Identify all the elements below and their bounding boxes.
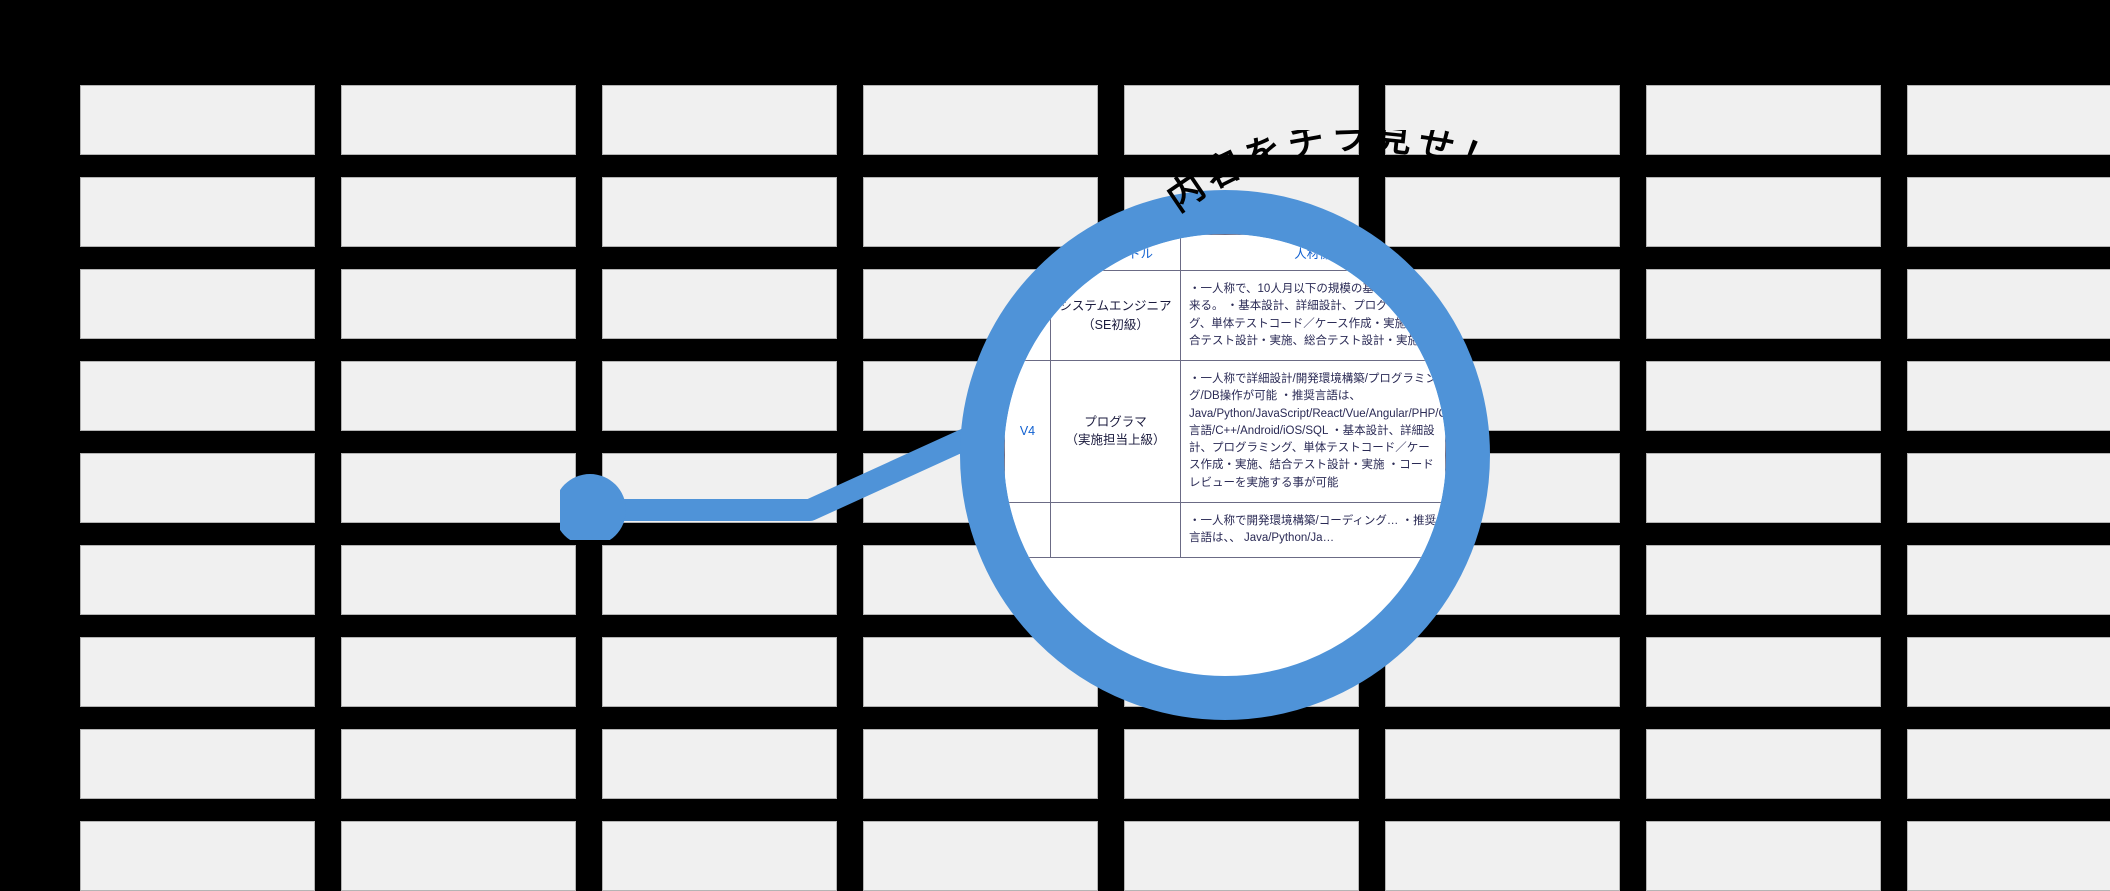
grid-cell: [80, 821, 315, 891]
grid-cell: [1124, 545, 1359, 615]
grid-cell: [1385, 637, 1620, 707]
grid-cell: [341, 177, 576, 247]
grid-cell: [1646, 85, 1881, 155]
grid-cell: [80, 545, 315, 615]
grid-cell: [863, 545, 1098, 615]
grid-cell: [1907, 177, 2110, 247]
grid-cell: [863, 269, 1098, 339]
grid-cell: [1646, 361, 1881, 431]
grid-cell: [341, 361, 576, 431]
grid-cell: [1124, 821, 1359, 891]
grid-cell: [1385, 177, 1620, 247]
grid-cell: [1646, 453, 1881, 523]
grid-cell: [602, 453, 837, 523]
grid-cell: [602, 637, 837, 707]
grid-cell: [341, 453, 576, 523]
background-grid: [80, 85, 2110, 891]
grid-cell: [863, 453, 1098, 523]
grid-cell: [1124, 177, 1359, 247]
grid-cell: [1907, 453, 2110, 523]
grid-cell: [1907, 361, 2110, 431]
grid-cell: [1385, 269, 1620, 339]
grid-cell: [1646, 821, 1881, 891]
grid-cell: [602, 545, 837, 615]
grid-cell: [1907, 269, 2110, 339]
grid-cell: [863, 637, 1098, 707]
grid-cell: [1907, 729, 2110, 799]
grid-cell: [1385, 361, 1620, 431]
grid-cell: [1124, 637, 1359, 707]
grid-cell: [1385, 821, 1620, 891]
grid-cell: [1646, 177, 1881, 247]
grid-cell: [1646, 545, 1881, 615]
grid-cell: [863, 361, 1098, 431]
grid-cell: [1385, 729, 1620, 799]
grid-cell: [80, 637, 315, 707]
grid-cell: [602, 177, 837, 247]
grid-cell: [341, 545, 576, 615]
grid-cell: [1907, 545, 2110, 615]
grid-cell: [1385, 545, 1620, 615]
grid-cell: [1124, 729, 1359, 799]
grid-cell: [80, 85, 315, 155]
grid-cell: [863, 729, 1098, 799]
grid-cell: [602, 821, 837, 891]
grid-cell: [341, 85, 576, 155]
grid-cell: [1124, 85, 1359, 155]
grid-cell: [1907, 85, 2110, 155]
grid-cell: [602, 729, 837, 799]
grid-cell: [1385, 453, 1620, 523]
grid-cell: [341, 269, 576, 339]
grid-cell: [80, 269, 315, 339]
grid-cell: [1385, 85, 1620, 155]
grid-cell: [1124, 361, 1359, 431]
grid-cell: [1907, 637, 2110, 707]
grid-cell: [80, 729, 315, 799]
grid-cell: [1124, 453, 1359, 523]
grid-cell: [1646, 729, 1881, 799]
grid-cell: [1907, 821, 2110, 891]
grid-cell: [341, 637, 576, 707]
grid-cell: [1646, 637, 1881, 707]
grid-cell: [80, 453, 315, 523]
grid-cell: [1124, 269, 1359, 339]
grid-cell: [341, 821, 576, 891]
grid-cell: [602, 361, 837, 431]
grid-cell: [1646, 269, 1881, 339]
grid-cell: [863, 821, 1098, 891]
grid-cell: [80, 177, 315, 247]
grid-cell: [602, 269, 837, 339]
grid-cell: [863, 85, 1098, 155]
grid-cell: [602, 85, 837, 155]
grid-cell: [341, 729, 576, 799]
grid-cell: [80, 361, 315, 431]
grid-cell: [863, 177, 1098, 247]
